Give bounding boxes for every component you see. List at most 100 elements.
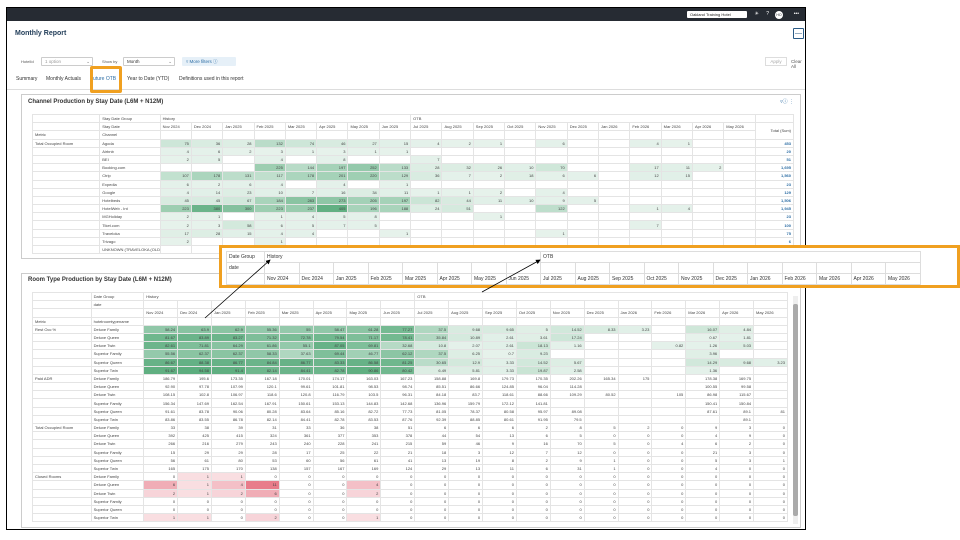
blank-cell [566, 130, 600, 140]
month-header: Jul 2025 [414, 308, 450, 318]
value-cell: 16.07 [685, 324, 721, 334]
value-cell [629, 187, 662, 197]
value-cell: 28 [244, 447, 280, 457]
value-cell [629, 228, 662, 238]
value-cell [723, 204, 756, 214]
blank-cell [549, 300, 585, 310]
value-cell: 0 [719, 488, 755, 498]
tab-monthly-actuals[interactable]: Monthly Actuals [46, 76, 81, 82]
value-cell: 55.36 [244, 324, 280, 334]
total-cell: 129 [754, 187, 795, 197]
value-cell: 273 [316, 195, 349, 206]
value-cell: 353 [346, 431, 382, 441]
tab-definitions[interactable]: Definitions used in this report [179, 76, 243, 82]
avatar[interactable]: HO [775, 10, 783, 19]
more-filters-button[interactable]: ▿ More filters ⓘ [182, 57, 236, 66]
value-cell: 79.54 [312, 332, 348, 343]
metric-cell [32, 488, 92, 498]
value-cell [617, 365, 653, 375]
table-row: Superior Queen 56 61 80 53 60 56 61 41 13 19 8 2 9 1 0 0… [32, 455, 788, 465]
hotelid-select[interactable]: 1 option ⌄ [41, 57, 93, 66]
table-row: Deluxe Twin 266 216 279 243 240 228 241 215 59 46 9… [32, 439, 788, 449]
value-cell: 80.52 [583, 390, 619, 400]
help-icon[interactable]: ? [766, 10, 769, 19]
value-cell: 0 [753, 431, 788, 441]
value-cell: 173.35 [210, 373, 246, 384]
value-cell: 55 [278, 324, 314, 334]
metric-cell [31, 179, 101, 189]
value-cell: 6 [448, 422, 484, 433]
roomtype-name: Deluxe Twin [90, 439, 145, 449]
value-cell: 3.96 [685, 349, 721, 359]
value-cell: 18 [414, 447, 450, 457]
value-cell: 0 [617, 431, 653, 441]
roomtype-name: Deluxe Family [90, 324, 145, 334]
zoom-month-header: Feb 2025 [367, 273, 403, 285]
metric-cell [31, 187, 101, 197]
value-cell: 71.32 [244, 332, 280, 343]
blank-cell [143, 316, 179, 326]
value-cell [723, 179, 756, 189]
more-icon[interactable]: ••• [794, 10, 799, 19]
blank-cell [402, 262, 438, 274]
value-cell [504, 187, 537, 197]
value-cell: 0 [617, 463, 653, 474]
blank-cell [347, 130, 380, 140]
value-cell: 0 [312, 513, 348, 523]
blank-cell [264, 262, 300, 274]
value-cell [598, 204, 631, 214]
value-cell: 83.7 [448, 390, 484, 400]
value-cell [691, 146, 725, 156]
tab-ytd[interactable]: Year to Date (YTD) [127, 76, 169, 82]
value-cell: 81.05 [414, 406, 450, 416]
value-cell: 0 [448, 472, 484, 482]
value-cell: 169.8 [448, 373, 484, 384]
value-cell [660, 220, 693, 230]
value-cell: 3.33 [482, 357, 517, 367]
metric-cell [32, 447, 92, 457]
hotel-selector[interactable]: Oakland Training Hotel [687, 11, 747, 18]
value-cell: 0 [210, 504, 246, 515]
value-cell: 1 [210, 472, 246, 482]
scrollbar[interactable] [793, 296, 798, 524]
value-cell: 2 [244, 513, 280, 523]
lightbulb-icon[interactable]: ☀ [755, 10, 759, 19]
panel-tools[interactable]: ▿ⓘ ⋮ [780, 98, 794, 105]
blank-cell [244, 300, 280, 310]
value-cell [723, 154, 756, 165]
scrollbar-thumb[interactable] [793, 304, 798, 516]
value-cell: 18.13 [515, 341, 551, 351]
clear-all-button[interactable]: Clear All [791, 59, 803, 69]
value-cell [660, 154, 693, 165]
value-cell: 223 [253, 204, 286, 214]
blank-cell [471, 262, 507, 274]
value-cell: 3 [253, 146, 286, 156]
metric-cell [32, 455, 92, 465]
value-cell: 159.79 [448, 398, 484, 408]
value-cell: 4 [253, 154, 286, 165]
collapse-button[interactable]: — [793, 28, 804, 39]
showby-select[interactable]: Month ⌄ [123, 57, 175, 66]
value-cell: 5.03 [719, 341, 755, 351]
value-cell: 0 [482, 513, 517, 523]
month-header: Sep 2025 [482, 308, 517, 318]
value-cell [629, 212, 662, 222]
blank-cell [226, 273, 265, 285]
table-row: Superior Queen 91.61 83.78 90.06 80.28 83.64 8… [32, 406, 788, 416]
value-cell [583, 382, 619, 392]
value-cell: 1.26 [685, 341, 721, 351]
value-cell: 188 [378, 204, 412, 214]
value-cell [441, 154, 474, 165]
value-cell: 7 [515, 447, 551, 457]
value-cell: 1 [472, 138, 506, 148]
value-cell: 6 [244, 488, 280, 498]
value-cell: 1 [583, 455, 619, 465]
value-cell: 165 [143, 463, 179, 474]
value-cell [472, 204, 506, 214]
apply-button[interactable]: Apply [765, 57, 787, 66]
value-cell: 0 [380, 496, 416, 506]
table-row: Superior Twin 1 1 0 2 0 0 1 0 0 0 0 0 0 0 0 0 0 0 0 [32, 513, 788, 523]
blank-cell [617, 316, 653, 326]
tab-summary[interactable]: Summary [16, 76, 37, 82]
value-cell [617, 332, 653, 343]
